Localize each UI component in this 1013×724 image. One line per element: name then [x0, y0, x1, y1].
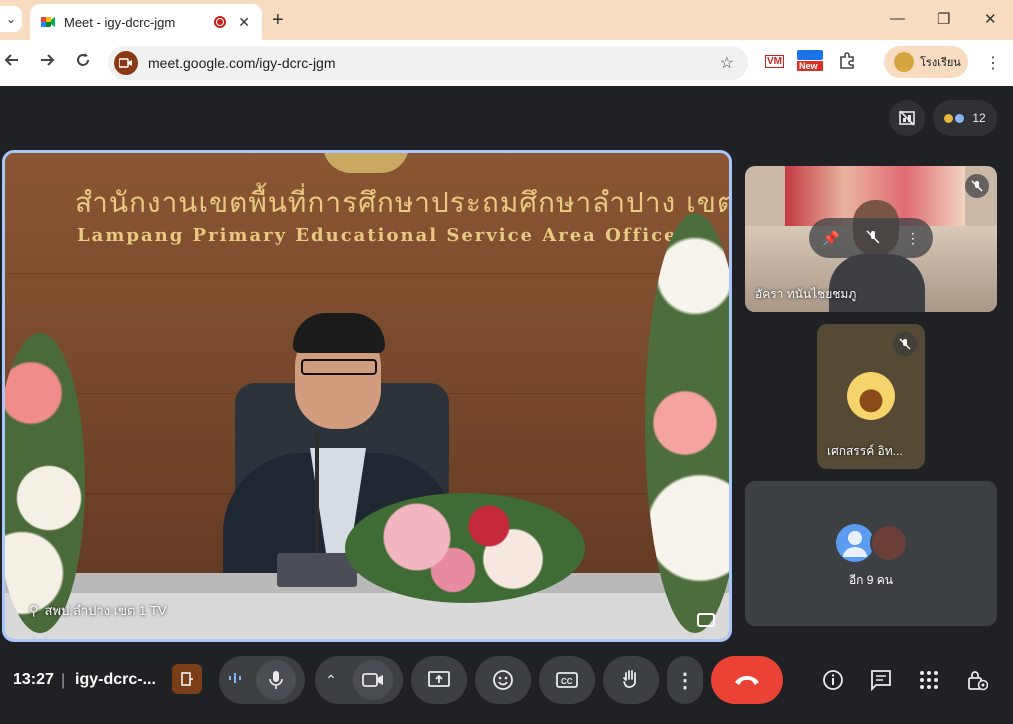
star-icon[interactable]: ☆ — [720, 53, 734, 73]
reload-icon[interactable] — [75, 52, 91, 73]
menu-icon[interactable]: ⋮ — [985, 53, 1001, 73]
meeting-clock: 13:27 — [13, 671, 54, 688]
profile-avatar — [894, 52, 914, 72]
extension-vm-icon[interactable]: VM — [765, 55, 784, 68]
pin-icon[interactable]: 📌 — [822, 230, 839, 247]
extension-new-icon[interactable]: New — [797, 50, 823, 71]
browser-toolbar: meet.google.com/igy-dcrc-jgm ☆ VM New โร… — [0, 40, 1013, 86]
end-call-icon[interactable] — [711, 656, 783, 704]
main-speaker-video[interactable]: สำนักงานเขตพื้นที่การศึกษาประถมศึกษาลำปา… — [2, 150, 732, 642]
more-options-icon[interactable]: ⋮ — [667, 656, 703, 704]
record-icon — [214, 16, 227, 28]
window-minimize-button[interactable]: — — [890, 10, 905, 27]
back-icon[interactable] — [4, 52, 20, 73]
microphone-base — [277, 553, 357, 587]
participant-tile-1[interactable]: 📌 ⋮ อัครา ทนันไชยชมภู — [745, 166, 997, 312]
hide-self-view-icon[interactable] — [889, 100, 925, 136]
browser-tab-meet[interactable]: Meet - igy-dcrc-jgm ✕ — [30, 4, 262, 40]
avatar — [870, 524, 908, 562]
info-icon[interactable] — [817, 664, 849, 696]
others-tile[interactable]: อีก 9 คน — [745, 481, 997, 626]
host-controls-icon[interactable] — [961, 664, 993, 696]
window-restore-button[interactable]: ❐ — [937, 10, 950, 28]
profile-button[interactable]: โรงเรียน — [884, 46, 968, 78]
svg-text:CC: CC — [561, 677, 573, 686]
audio-level-icon — [228, 671, 242, 689]
participant-tile-2[interactable]: เศกสรรค์ อิท... — [817, 324, 925, 469]
wall-panel-line — [5, 273, 729, 274]
site-info-icon[interactable] — [114, 51, 138, 75]
participant-count: 12 — [972, 111, 986, 125]
chat-icon[interactable] — [865, 664, 897, 696]
tile2-participant-name: เศกสรรค์ อิท... — [827, 444, 903, 458]
meeting-code: igy-dcrc-... — [75, 671, 156, 688]
meet-logo-icon — [40, 14, 56, 30]
microphone-control — [219, 656, 305, 704]
profile-name: โรงเรียน — [920, 57, 961, 69]
separator: | — [61, 672, 66, 689]
participant-avatar — [847, 372, 895, 420]
mic-off-icon — [965, 174, 989, 198]
expand-icon[interactable] — [697, 613, 715, 627]
participants-avatars-icon — [944, 113, 965, 123]
flower-arrangement-center — [345, 493, 585, 603]
others-count-label: อีก 9 คน — [848, 573, 894, 587]
more-icon[interactable]: ⋮ — [906, 230, 920, 247]
activities-icon[interactable] — [913, 664, 945, 696]
forward-icon[interactable] — [39, 52, 55, 73]
emoji-icon[interactable] — [475, 656, 531, 704]
speaker-glasses — [301, 359, 377, 375]
chevron-up-icon[interactable]: ⌃ — [325, 672, 337, 689]
participants-button[interactable]: 12 — [933, 100, 997, 136]
tab-search-dropdown-icon[interactable]: ⌄ — [0, 6, 22, 32]
extension-icon[interactable] — [838, 52, 856, 75]
camera-icon[interactable] — [352, 660, 393, 700]
mic-off-icon[interactable] — [866, 229, 880, 247]
present-icon[interactable] — [411, 656, 467, 704]
new-tab-button[interactable]: + — [272, 9, 284, 32]
tile1-participant-name: อัครา ทนันไชยชมภู — [755, 287, 857, 301]
tile-hover-controls: 📌 ⋮ — [809, 218, 933, 258]
mic-icon[interactable] — [256, 660, 296, 700]
speaker-hair — [293, 313, 385, 353]
window-close-button[interactable]: ✕ — [984, 10, 997, 28]
address-bar[interactable]: meet.google.com/igy-dcrc-jgm ☆ — [108, 46, 748, 80]
tab-title: Meet - igy-dcrc-jgm — [64, 14, 176, 30]
camera-control: ⌃ — [315, 656, 403, 704]
wall-sign-thai: สำนักงานเขตพื้นที่การศึกษาประถมศึกษาลำปา… — [75, 186, 732, 219]
url-text: meet.google.com/igy-dcrc-jgm — [148, 55, 336, 71]
browser-tab-bar: ⌄ Meet - igy-dcrc-jgm ✕ + — ❐ ✕ — [0, 0, 1013, 40]
main-participant-name: ⚲ สพป.ลำปาง เขต 1 TV — [29, 603, 167, 618]
raise-hand-icon[interactable] — [603, 656, 659, 704]
wall-sign-english: Lampang Primary Educational Service Area… — [77, 225, 701, 246]
pin-icon: ⚲ — [29, 603, 39, 618]
mic-off-icon — [893, 332, 917, 356]
new-badge: New — [797, 61, 823, 71]
captions-icon[interactable]: CC — [539, 656, 595, 704]
avatar — [836, 524, 874, 562]
tab-close-button[interactable]: ✕ — [238, 14, 250, 31]
door-icon[interactable] — [172, 664, 202, 694]
